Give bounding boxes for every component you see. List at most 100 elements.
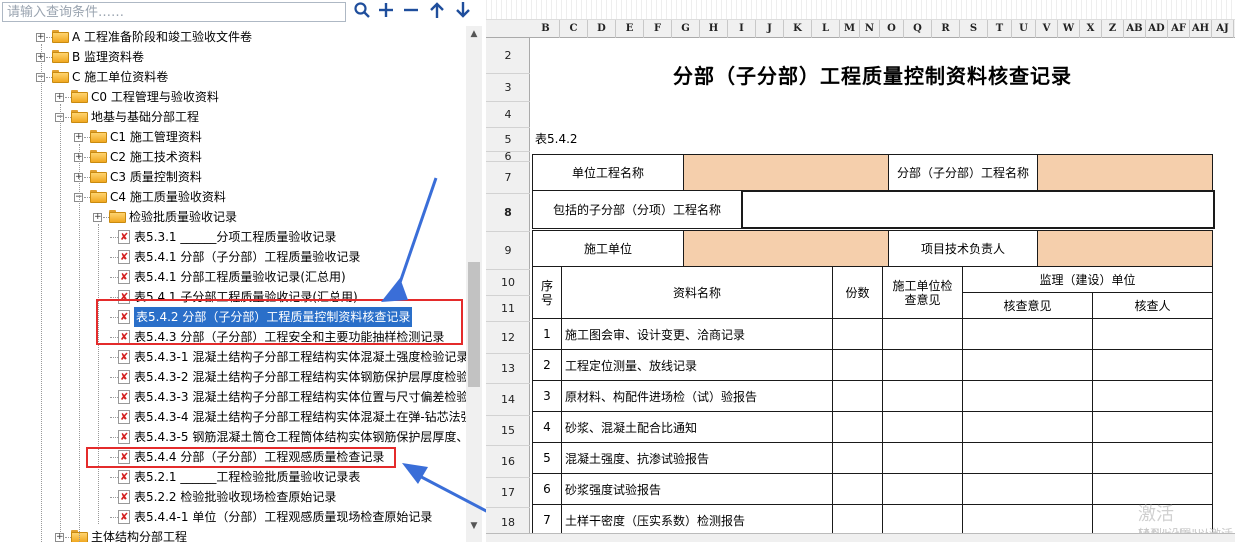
tree-item[interactable]: + C2 施工技术资料	[0, 147, 466, 167]
row-header-cell[interactable]: 7	[486, 162, 530, 194]
column-header-cell[interactable]: N	[860, 20, 880, 38]
column-header-cell[interactable]: J	[756, 20, 784, 38]
row-header-cell[interactable]: 16	[486, 446, 530, 478]
tree-item[interactable]: − C 施工单位资料卷	[0, 67, 466, 87]
column-header-cell[interactable]: O	[880, 20, 904, 38]
tree-item[interactable]: ✘ 表5.4.3-2 混凝土结构子分部工程结构实体钢筋保护层厚度检验	[0, 367, 466, 387]
column-header-cell[interactable]: X	[1080, 20, 1102, 38]
column-header-cell[interactable]: AH	[1190, 20, 1212, 38]
item-input-cell[interactable]	[832, 380, 883, 412]
tree-item[interactable]: + C0 工程管理与验收资料	[0, 87, 466, 107]
column-header-cell[interactable]: M	[840, 20, 860, 38]
item-input-cell[interactable]	[1092, 380, 1213, 412]
minus-icon[interactable]	[400, 1, 422, 23]
row-header-cell[interactable]: 6	[486, 151, 530, 162]
column-header-cell[interactable]: S	[960, 20, 988, 38]
column-header-cell[interactable]: V	[1036, 20, 1058, 38]
item-input-cell[interactable]	[832, 411, 883, 443]
tree-item[interactable]: ✘ 表5.4.3-4 混凝土结构子分部工程结构实体混凝土在弹-钻芯法强	[0, 407, 466, 427]
tree-item[interactable]: ✘ 表5.4.3-1 混凝土结构子分部工程结构实体混凝土强度检验记录	[0, 347, 466, 367]
row-header-cell[interactable]: 4	[486, 102, 530, 128]
row-header-cell[interactable]: 11	[486, 296, 530, 322]
item-input-cell[interactable]	[962, 504, 1093, 536]
scrollbar-thumb[interactable]	[468, 262, 480, 387]
tree-item[interactable]: − 地基与基础分部工程	[0, 107, 466, 127]
tree-item[interactable]: + 主体结构分部工程	[0, 527, 466, 542]
tech-lead-input[interactable]	[1037, 230, 1213, 267]
item-input-cell[interactable]	[882, 380, 963, 412]
tree-item[interactable]: + 检验批质量验收记录	[0, 207, 466, 227]
column-header-cell[interactable]: U	[1012, 20, 1036, 38]
row-header-cell[interactable]: 17	[486, 478, 530, 508]
search-input[interactable]	[2, 2, 346, 22]
column-header-cell[interactable]: R	[932, 20, 960, 38]
tree-scrollbar[interactable]: ▲ ▼	[466, 26, 482, 542]
tree-item[interactable]: − C4 施工质量验收资料	[0, 187, 466, 207]
item-input-cell[interactable]	[832, 504, 883, 536]
column-header-cell[interactable]: AF	[1168, 20, 1190, 38]
column-header-cell[interactable]: B	[532, 20, 560, 38]
item-input-cell[interactable]	[882, 318, 963, 350]
tree-item[interactable]: ✘ 表5.4.3-3 混凝土结构子分部工程结构实体位置与尺寸偏差检验	[0, 387, 466, 407]
row-header-cell[interactable]: 13	[486, 354, 530, 384]
tree-item[interactable]: ✘ 表5.4.3-5 钢筋混凝土筒仓工程筒体结构实体钢筋保护层厚度、	[0, 427, 466, 447]
expand-toggle-icon[interactable]: +	[93, 213, 102, 222]
unit-project-input[interactable]	[683, 154, 889, 191]
search-icon[interactable]	[351, 1, 373, 23]
arrow-up-icon[interactable]	[426, 1, 448, 23]
expand-toggle-icon[interactable]: +	[55, 93, 64, 102]
item-input-cell[interactable]	[882, 442, 963, 474]
item-input-cell[interactable]	[882, 504, 963, 536]
item-input-cell[interactable]	[832, 473, 883, 505]
tree-item[interactable]: + C3 质量控制资料	[0, 167, 466, 187]
tree-item[interactable]: ✘ 表5.2.1 ______工程检验批质量验收记录表	[0, 467, 466, 487]
column-header-cell[interactable]: H	[700, 20, 728, 38]
scroll-down-arrow-icon[interactable]: ▼	[466, 518, 482, 534]
plus-icon[interactable]	[375, 1, 397, 23]
item-input-cell[interactable]	[832, 349, 883, 381]
tree-item[interactable]: ✘ 表5.4.1 分部（子分部）工程质量验收记录	[0, 247, 466, 267]
sub-project-input[interactable]	[1037, 154, 1213, 191]
column-header-cell[interactable]: L	[812, 20, 840, 38]
item-input-cell[interactable]	[1092, 318, 1213, 350]
column-header-cell[interactable]: Z	[1102, 20, 1124, 38]
item-input-cell[interactable]	[882, 411, 963, 443]
column-header-cell[interactable]: C	[560, 20, 588, 38]
row-header-cell[interactable]: 8	[486, 194, 530, 232]
sheet-tab-bar[interactable]	[486, 533, 1235, 542]
column-header-cell[interactable]: F	[644, 20, 672, 38]
item-input-cell[interactable]	[1092, 442, 1213, 474]
column-header-cell[interactable]: T	[988, 20, 1012, 38]
item-input-cell[interactable]	[882, 349, 963, 381]
row-header-cell[interactable]: 9	[486, 232, 530, 270]
column-header-cell[interactable]: AD	[1146, 20, 1168, 38]
scroll-up-arrow-icon[interactable]: ▲	[466, 26, 482, 42]
column-header-cell[interactable]: W	[1058, 20, 1080, 38]
item-input-cell[interactable]	[962, 411, 1093, 443]
item-input-cell[interactable]	[1092, 411, 1213, 443]
item-input-cell[interactable]	[962, 349, 1093, 381]
item-input-cell[interactable]	[962, 318, 1093, 350]
expand-toggle-icon[interactable]: +	[74, 133, 83, 142]
row-header-cell[interactable]: 12	[486, 322, 530, 354]
tree-item[interactable]: ✘ 表5.4.1 分部工程质量验收记录(汇总用)	[0, 267, 466, 287]
row-header-cell[interactable]: 3	[486, 74, 530, 102]
row-header-cell[interactable]: 2	[486, 38, 530, 74]
column-header-cell[interactable]: G	[672, 20, 700, 38]
column-header-cell[interactable]: Q	[904, 20, 932, 38]
item-input-cell[interactable]	[962, 473, 1093, 505]
tree-item[interactable]: + C1 施工管理资料	[0, 127, 466, 147]
item-input-cell[interactable]	[962, 442, 1093, 474]
column-header-cell[interactable]: D	[588, 20, 616, 38]
row-header-cell[interactable]: 5	[486, 128, 530, 152]
column-header-cell[interactable]: I	[728, 20, 756, 38]
item-input-cell[interactable]	[882, 473, 963, 505]
item-input-cell[interactable]	[832, 442, 883, 474]
expand-toggle-icon[interactable]: +	[36, 33, 45, 42]
constructor-input[interactable]	[683, 230, 889, 267]
row-header-cell[interactable]: 15	[486, 416, 530, 446]
expand-toggle-icon[interactable]: +	[55, 533, 64, 542]
tree-item[interactable]: ✘ 表5.4.4-1 单位（分部）工程观感质量现场检查原始记录	[0, 507, 466, 527]
arrow-down-icon[interactable]	[452, 1, 474, 23]
item-input-cell[interactable]	[832, 318, 883, 350]
